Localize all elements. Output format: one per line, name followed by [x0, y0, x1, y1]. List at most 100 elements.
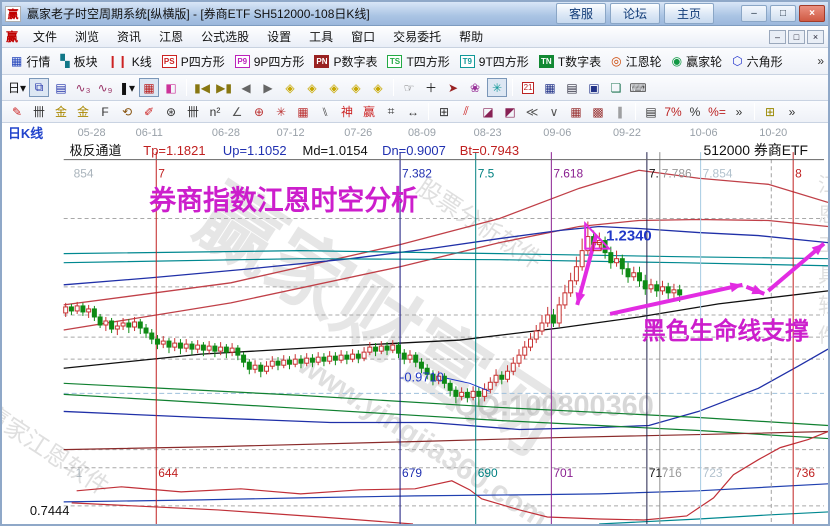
gann-grid-icon[interactable]: ⊞ [434, 102, 454, 121]
angle-tool-icon[interactable]: ∠ [227, 102, 247, 121]
menu-item-5[interactable]: 设置 [258, 26, 300, 47]
calendar-icon[interactable]: 21 [518, 78, 538, 97]
save-icon[interactable]: ▣ [584, 78, 604, 97]
close-button[interactable]: × [799, 5, 825, 22]
candle-body [127, 323, 131, 327]
more2-chevron-icon[interactable]: » [782, 102, 802, 121]
gann-circle-icon[interactable]: ⊕ [249, 102, 269, 121]
kline-button[interactable]: ❙❙K线 [103, 51, 157, 72]
expand-bars-icon[interactable]: ◈ [324, 78, 344, 97]
red-grid-icon[interactable]: ▦ [566, 102, 586, 121]
menu-item-3[interactable]: 江恩 [150, 26, 192, 47]
label-pointer-icon[interactable]: ➤ [443, 78, 463, 97]
gann-box-icon[interactable]: ▦ [293, 102, 313, 121]
wave-9-icon[interactable]: ∿₉ [95, 78, 115, 97]
compress-all-icon[interactable]: ◈ [368, 78, 388, 97]
last-page-icon[interactable]: ▶▮ [214, 78, 234, 97]
t-number-table-button[interactable]: TNT数字表 [534, 51, 606, 72]
hexagon-button[interactable]: ⬡六角形 [727, 51, 788, 72]
t9-square-button[interactable]: T99T四方形 [455, 51, 534, 72]
t-square-button[interactable]: TST四方形 [382, 51, 454, 72]
yellow-grid-icon[interactable]: ⊞ [760, 102, 780, 121]
chart-mode-icon[interactable]: ▦ [139, 78, 159, 97]
cycle-ruler-icon[interactable]: ⊛ [161, 102, 181, 121]
stats-table-icon[interactable]: ▤ [641, 102, 661, 121]
gann-wheel-button[interactable]: ◎江恩轮 [606, 51, 667, 72]
v-lines-icon[interactable]: ∨ [544, 102, 564, 121]
trend-pen-icon[interactable]: ✎ [7, 102, 27, 121]
chart-area[interactable]: 赢家财富网www.yingjia360.comQQ:100800360赢家江恩软… [2, 123, 828, 524]
shen-tool-icon[interactable]: 神 [337, 102, 357, 121]
time-ruler-icon[interactable]: 卌 [29, 102, 49, 121]
candle-type-dropdown[interactable]: ❚▾ [117, 78, 137, 97]
menu-item-9[interactable]: 帮助 [450, 26, 492, 47]
menu-item-0[interactable]: 文件 [24, 26, 66, 47]
percent-line-icon[interactable]: 7% [663, 102, 683, 121]
toolbar1-overflow-chevron[interactable]: » [817, 54, 824, 68]
mdi-minimize-button[interactable]: – [769, 30, 786, 44]
parallel-lines-icon[interactable]: ∥ [610, 102, 630, 121]
gold-section-icon[interactable]: 金 [73, 102, 93, 121]
titlebar-button-0[interactable]: 客服 [556, 3, 606, 24]
p9-square-button[interactable]: P99P四方形 [230, 51, 310, 72]
fibonacci-icon[interactable]: F [95, 102, 115, 121]
gann-tools-icon[interactable]: ❀ [465, 78, 485, 97]
fan-box-icon[interactable]: ◪ [478, 102, 498, 121]
kline-style-dropdown[interactable]: 日▾ [7, 78, 27, 97]
menu-item-4[interactable]: 公式选股 [192, 26, 258, 47]
export-image-icon[interactable]: ❏ [606, 78, 626, 97]
menu-item-7[interactable]: 窗口 [342, 26, 384, 47]
fan-lines-icon[interactable]: ⫽ [456, 102, 476, 121]
winner-wheel-button-label: 赢家轮 [686, 53, 722, 70]
span-tool-icon[interactable]: ↔ [403, 102, 423, 121]
compress-bars-icon[interactable]: ◈ [346, 78, 366, 97]
remote-help-icon[interactable]: ⌨ [628, 78, 648, 97]
more-chevron-icon[interactable]: » [729, 102, 749, 121]
angle-lines-icon[interactable]: ≪ [522, 102, 542, 121]
minimize-button[interactable]: – [741, 5, 767, 22]
wave-3-icon[interactable]: ∿₃ [73, 78, 93, 97]
titlebar-button-2[interactable]: 主页 [664, 3, 714, 24]
period-label[interactable]: 日K线 [8, 126, 43, 141]
square-of-nine-icon[interactable]: n² [205, 102, 225, 121]
spiral-icon[interactable]: ⟲ [117, 102, 137, 121]
menu-item-6[interactable]: 工具 [300, 26, 342, 47]
split-line-icon[interactable]: ⑊ [315, 102, 335, 121]
mdi-restore-button[interactable]: □ [788, 30, 805, 44]
window-switch-icon[interactable]: ⧉ [29, 78, 49, 97]
p-number-table-button[interactable]: PNP数字表 [309, 51, 382, 72]
color-chart-icon[interactable]: ◧ [161, 78, 181, 97]
winner-wheel-button[interactable]: ◉赢家轮 [667, 51, 728, 72]
next-page-icon[interactable]: ▶ [258, 78, 278, 97]
gold-ratio-icon[interactable]: 金 [51, 102, 71, 121]
shift-left-icon[interactable]: ◈ [280, 78, 300, 97]
gann-star-icon[interactable]: ✳ [271, 102, 291, 121]
p-square-button[interactable]: PSP四方形 [157, 51, 230, 72]
hand-tool-icon[interactable]: ☞ [399, 78, 419, 97]
menu-item-8[interactable]: 交易委托 [384, 26, 450, 47]
prev-page-icon[interactable]: ◀ [236, 78, 256, 97]
percent-levels-icon[interactable]: %= [707, 102, 727, 121]
pen-ruler-icon[interactable]: ✐ [139, 102, 159, 121]
win-tool-icon[interactable]: 赢 [359, 102, 379, 121]
menu-item-1[interactable]: 浏览 [66, 26, 108, 47]
titlebar-button-1[interactable]: 论坛 [610, 3, 660, 24]
price-ruler-icon[interactable]: 卌 [183, 102, 203, 121]
grid-box-icon[interactable]: ⌗ [381, 102, 401, 121]
first-page-icon[interactable]: ▮◀ [192, 78, 212, 97]
percent-icon[interactable]: % [685, 102, 705, 121]
shift-right-icon[interactable]: ◈ [302, 78, 322, 97]
mdi-close-button[interactable]: × [807, 30, 824, 44]
quotes-button[interactable]: ▦行情 [6, 51, 55, 72]
restore-button[interactable]: □ [770, 5, 796, 22]
fan-box2-icon[interactable]: ◩ [500, 102, 520, 121]
menu-item-2[interactable]: 资讯 [108, 26, 150, 47]
smart-analysis-icon[interactable]: ✳ [487, 78, 507, 97]
calculator-icon[interactable]: ▦ [540, 78, 560, 97]
red-grid2-icon[interactable]: ▩ [588, 102, 608, 121]
crosshair-icon[interactable]: ＋ [421, 78, 441, 97]
info-panel-icon[interactable]: ▤ [51, 78, 71, 97]
notes-icon[interactable]: ▤ [562, 78, 582, 97]
sectors-button[interactable]: ▚板块 [55, 51, 102, 72]
date-tick: 07-26 [344, 127, 372, 139]
